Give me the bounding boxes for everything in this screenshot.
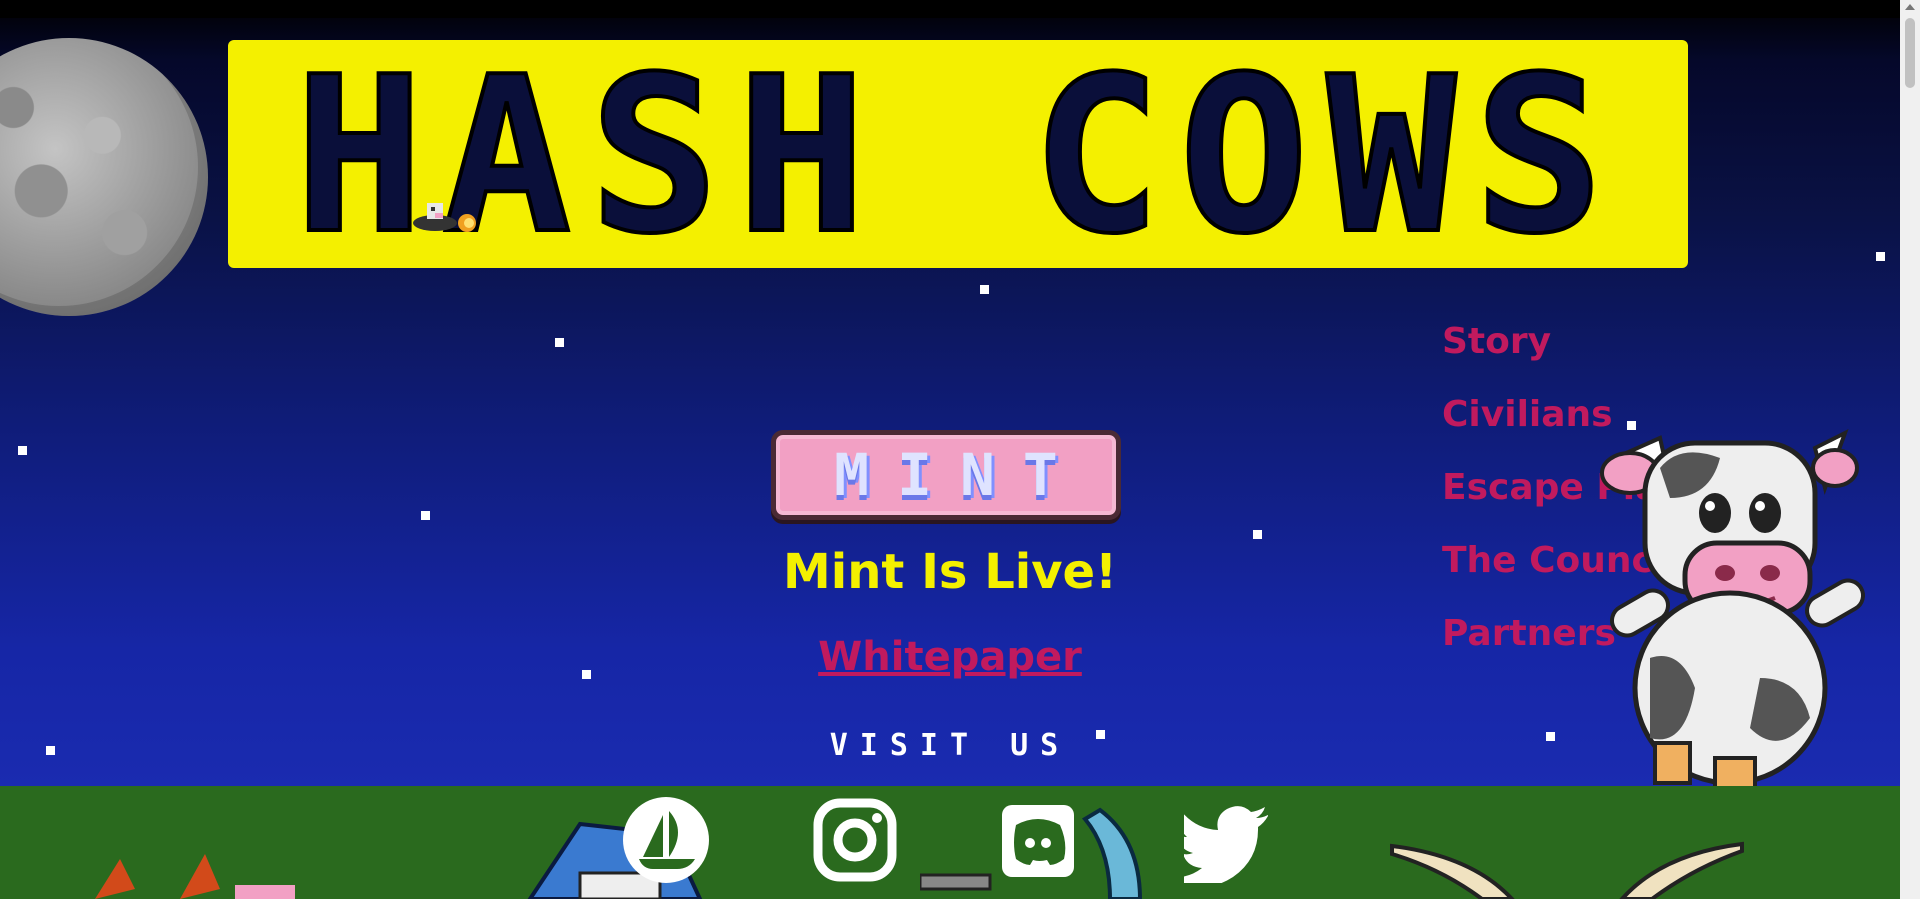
cow-mascot-image (1600, 428, 1870, 798)
top-bar (0, 0, 1900, 18)
opensea-link[interactable] (623, 797, 709, 883)
mint-status-text: Mint Is Live! (783, 544, 1117, 600)
horned-creature-sprite (1382, 836, 1752, 899)
red-creature-sprite (85, 845, 305, 899)
scroll-up-icon[interactable] (1905, 4, 1915, 10)
instagram-icon (813, 798, 897, 882)
mint-button-label: MINT (834, 441, 1086, 509)
twitter-icon (1170, 806, 1268, 887)
whitepaper-link[interactable]: Whitepaper (700, 634, 1200, 680)
mint-button[interactable]: MINT (771, 430, 1121, 520)
nav-item-story[interactable]: Story (1442, 318, 1685, 391)
flying-cow-sprite (405, 195, 485, 235)
vertical-scrollbar[interactable] (1900, 0, 1920, 899)
visit-us-heading: VISIT US (829, 728, 1071, 763)
twitter-link[interactable] (1170, 797, 1270, 887)
discord-link[interactable] (1000, 797, 1086, 883)
scroll-thumb[interactable] (1905, 18, 1915, 88)
discord-icon (1002, 805, 1074, 877)
moon-image (0, 38, 208, 316)
logo-text: HASH COWS (295, 40, 1622, 268)
instagram-link[interactable] (812, 797, 898, 883)
opensea-icon (623, 797, 709, 883)
hero-scene: HASH COWS MINT Mint Is Live! Whitepaper … (0, 0, 1900, 899)
